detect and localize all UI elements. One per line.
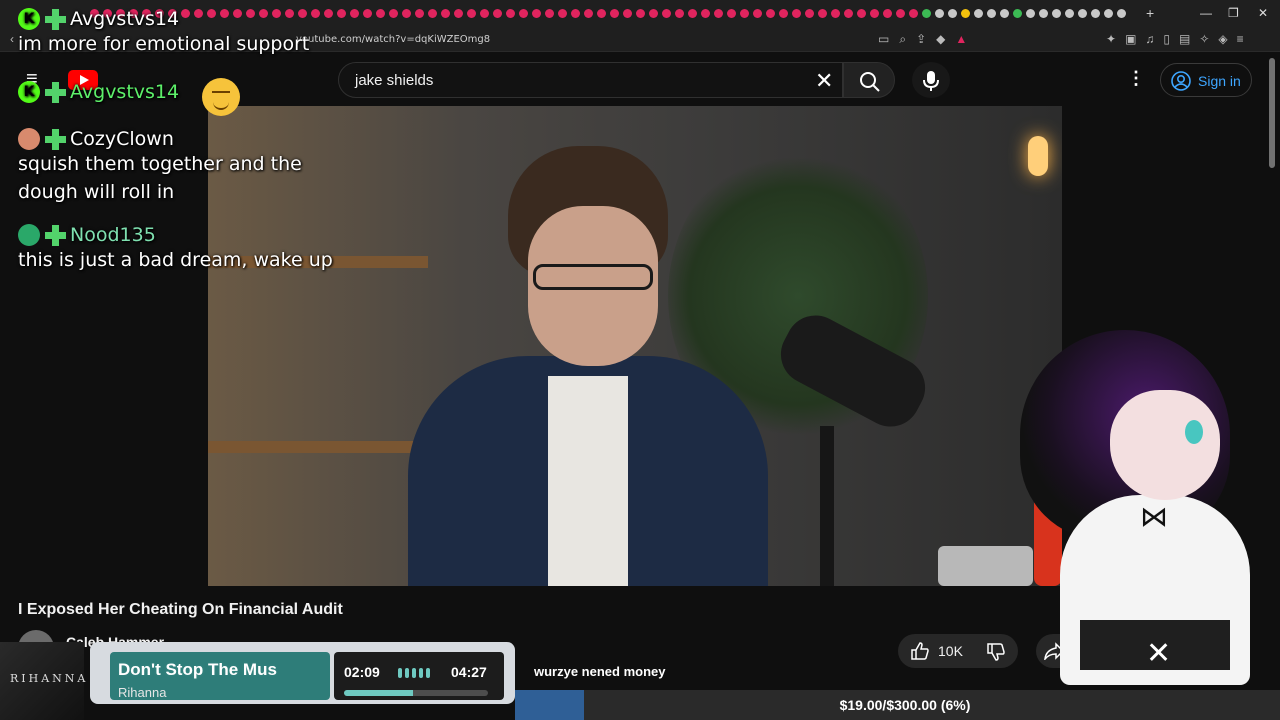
zoom-icon[interactable]: ⌕ [899, 32, 906, 47]
warning-icon[interactable]: ▲ [955, 32, 967, 47]
collections-icon[interactable]: ▤ [1179, 32, 1190, 46]
user-avatar-icon [18, 128, 40, 150]
video-lamp [1028, 136, 1048, 176]
subscriber-badge-icon [44, 81, 66, 103]
now-playing-song: Don't Stop The Mus [118, 660, 277, 679]
thumbs-up-icon[interactable] [910, 641, 930, 661]
more-options-icon[interactable]: ⋮ [1127, 68, 1145, 89]
back-icon[interactable]: ‹ [10, 32, 14, 46]
sign-in-button[interactable]: Sign in [1160, 63, 1252, 97]
share-page-icon[interactable]: ⇪ [916, 32, 926, 47]
minimize-button[interactable]: — [1200, 6, 1212, 20]
video-person [388, 146, 788, 586]
now-playing-artist: Rihanna [118, 685, 167, 700]
donation-goal-text: $19.00/$300.00 (6%) [839, 697, 971, 713]
album-art-text: RIHANNA [10, 672, 89, 685]
sign-in-label: Sign in [1198, 73, 1241, 89]
account-icon [1171, 71, 1191, 91]
clear-search-icon[interactable]: ✕ [815, 68, 833, 94]
search-button[interactable] [843, 62, 895, 98]
now-playing-progress [344, 690, 488, 696]
menu-icon[interactable]: ≡ [1237, 32, 1244, 46]
chat-text: this is just a bad dream, wake up [18, 249, 333, 271]
search-query: jake shields [355, 72, 434, 89]
vtuber-avatar-overlay: ⋈ [1000, 320, 1270, 690]
address-bar-actions: ▭ ⌕ ⇪ ◆ ▲ [878, 32, 967, 47]
close-x-icon: ✕ [1146, 636, 1172, 671]
now-playing-total: 04:27 [451, 664, 487, 680]
chat-message: K Avgvstvs14 im more for emotional suppo… [18, 8, 338, 58]
maximize-button[interactable]: ❐ [1228, 6, 1239, 20]
kick-badge-icon: K [18, 81, 40, 103]
video-mic-stand [820, 426, 834, 586]
search-input[interactable]: jake shields ✕ [338, 62, 843, 98]
search-icon [860, 72, 880, 92]
now-playing-elapsed: 02:09 [344, 664, 380, 680]
like-count[interactable]: 10K [938, 643, 963, 659]
browser-toolbar-icons: ✦ ▣ ♫ ▯ ▤ ✧ ◈ ≡ [1106, 32, 1244, 46]
sidebar-icon[interactable]: ▯ [1163, 32, 1170, 46]
user-avatar-icon [18, 224, 40, 246]
voice-search-button[interactable] [912, 62, 950, 98]
subscriber-badge-icon [44, 128, 66, 150]
bow-icon: ⋈ [1140, 501, 1168, 532]
ticker-text: wurzye nened money [534, 664, 666, 679]
chat-username: CozyClown [70, 128, 174, 150]
donation-goal-bar: $19.00/$300.00 (6%) [515, 690, 1280, 720]
extension-icon[interactable]: ◆ [936, 32, 945, 47]
scrollbar-thumb[interactable] [1269, 58, 1275, 168]
close-window-button[interactable]: ✕ [1258, 6, 1268, 20]
screenshot-icon[interactable]: ▣ [1125, 32, 1136, 46]
microphone-icon [923, 71, 939, 91]
chat-text: squish them together and the dough will … [18, 153, 302, 203]
new-tab-button[interactable]: + [1146, 5, 1154, 21]
chat-username: Avgvstvs14 [70, 8, 180, 30]
chat-message: Nood135 this is just a bad dream, wake u… [18, 224, 338, 274]
copilot-icon[interactable]: ✧ [1199, 32, 1209, 46]
music-icon[interactable]: ♫ [1145, 32, 1154, 46]
now-playing-progress-fill [344, 690, 414, 696]
chat-message: K Avgvstvs14 [18, 81, 338, 103]
chat-text: im more for emotional support [18, 33, 310, 55]
album-art: RIHANNA [0, 642, 85, 720]
chat-username: Nood135 [70, 224, 156, 246]
subscriber-badge-icon [44, 224, 66, 246]
smiling-face-emoji-icon [202, 78, 240, 116]
install-icon[interactable]: ▭ [878, 32, 889, 47]
subscriber-badge-icon [44, 8, 66, 30]
chat-username: Avgvstvs14 [70, 81, 180, 103]
video-title: I Exposed Her Cheating On Financial Audi… [18, 601, 343, 618]
audio-wave-icon [398, 668, 430, 678]
kick-badge-icon: K [18, 8, 40, 30]
shield-icon[interactable]: ◈ [1218, 32, 1227, 46]
puzzle-icon[interactable]: ✦ [1106, 32, 1116, 46]
chat-message: CozyClown squish them together and the d… [18, 128, 338, 206]
